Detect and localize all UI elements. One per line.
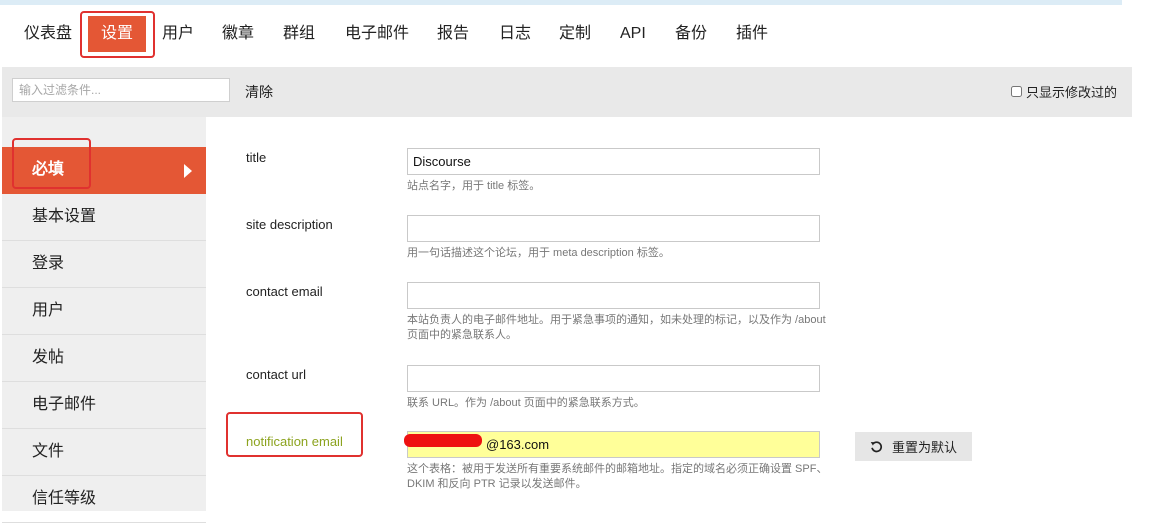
only-modified-label: 只显示修改过的 [1025,85,1117,100]
sidebar-item-users[interactable]: 用户 [2,288,206,335]
admin-nav: 仪表盘 设置 用户 徽章 群组 电子邮件 报告 日志 定制 API 备份 插件 [0,12,1151,58]
nav-settings[interactable]: 设置 [88,16,147,52]
nav-email[interactable]: 电子邮件 [345,12,409,58]
contact-email-field[interactable] [407,282,820,309]
nav-users[interactable]: 用户 [162,12,194,58]
settings-sidebar: 必填 基本设置 登录 用户 发帖 电子邮件 文件 信任等级 [2,117,206,523]
setting-label-contact-email: contact email [246,284,323,299]
setting-label-site-description: site description [246,217,333,232]
nav-plugins[interactable]: 插件 [736,12,768,58]
nav-badges[interactable]: 徽章 [222,12,254,58]
only-modified-toggle[interactable]: 只显示修改过的 [1010,82,1117,101]
setting-label-notification-email: notification email [246,434,343,449]
nav-groups[interactable]: 群组 [283,12,315,58]
sidebar-item-email[interactable]: 电子邮件 [2,382,206,429]
caret-right-icon [184,164,192,178]
sidebar-item-posting[interactable]: 发帖 [2,335,206,382]
sidebar-item-label: 信任等级 [32,490,97,507]
contact-url-field[interactable] [407,365,820,392]
sidebar-item-label: 用户 [32,302,65,319]
clear-filter-button[interactable]: 清除 [245,82,273,102]
nav-backups[interactable]: 备份 [675,12,707,58]
undo-icon [870,441,882,453]
sidebar-item-label: 基本设置 [32,208,97,225]
filter-input[interactable] [12,78,230,102]
title-field[interactable] [407,148,820,175]
sidebar-item-label: 必填 [32,161,65,178]
setting-description-notification-email: 这个表格：被用于发送所有重要系统邮件的邮箱地址。指定的域名必须正确设置 SPF、… [407,463,828,490]
nav-reports[interactable]: 报告 [437,12,469,58]
site-description-field[interactable] [407,215,820,242]
sidebar-item-files[interactable]: 文件 [2,429,206,476]
sidebar-item-label: 文件 [32,443,65,460]
sidebar-item-required[interactable]: 必填 [2,147,206,194]
setting-label-title: title [246,150,267,165]
sidebar-item-login[interactable]: 登录 [2,241,206,288]
top-strip [0,0,1122,5]
nav-dashboard[interactable]: 仪表盘 [24,12,72,58]
only-modified-checkbox[interactable] [1010,86,1022,97]
reset-to-default-button[interactable]: 重置为默认 [855,432,972,461]
sidebar-item-label: 登录 [32,255,65,272]
nav-logs[interactable]: 日志 [499,12,531,58]
setting-label-contact-url: contact url [246,367,306,382]
setting-description-site-description: 用一句话描述这个论坛，用于 meta description 标签。 [407,247,670,259]
setting-description-title: 站点名字，用于 title 标签。 [407,180,541,192]
sidebar-item-basic[interactable]: 基本设置 [2,194,206,241]
sidebar-item-label: 发帖 [32,349,65,366]
nav-api[interactable]: API [620,12,646,58]
setting-description-contact-url: 联系 URL。作为 /about 页面中的紧急联系方式。 [407,397,645,409]
nav-customize[interactable]: 定制 [559,12,591,58]
sidebar-item-trust-levels[interactable]: 信任等级 [2,476,206,523]
filter-bar: 清除 只显示修改过的 [2,67,1132,117]
setting-description-contact-email: 本站负责人的电子邮件地址。用于紧急事项的通知，如未处理的标记，以及作为 /abo… [407,314,826,341]
redaction-mark [404,434,482,447]
reset-to-default-label: 重置为默认 [891,440,957,455]
sidebar-item-label: 电子邮件 [32,396,97,413]
